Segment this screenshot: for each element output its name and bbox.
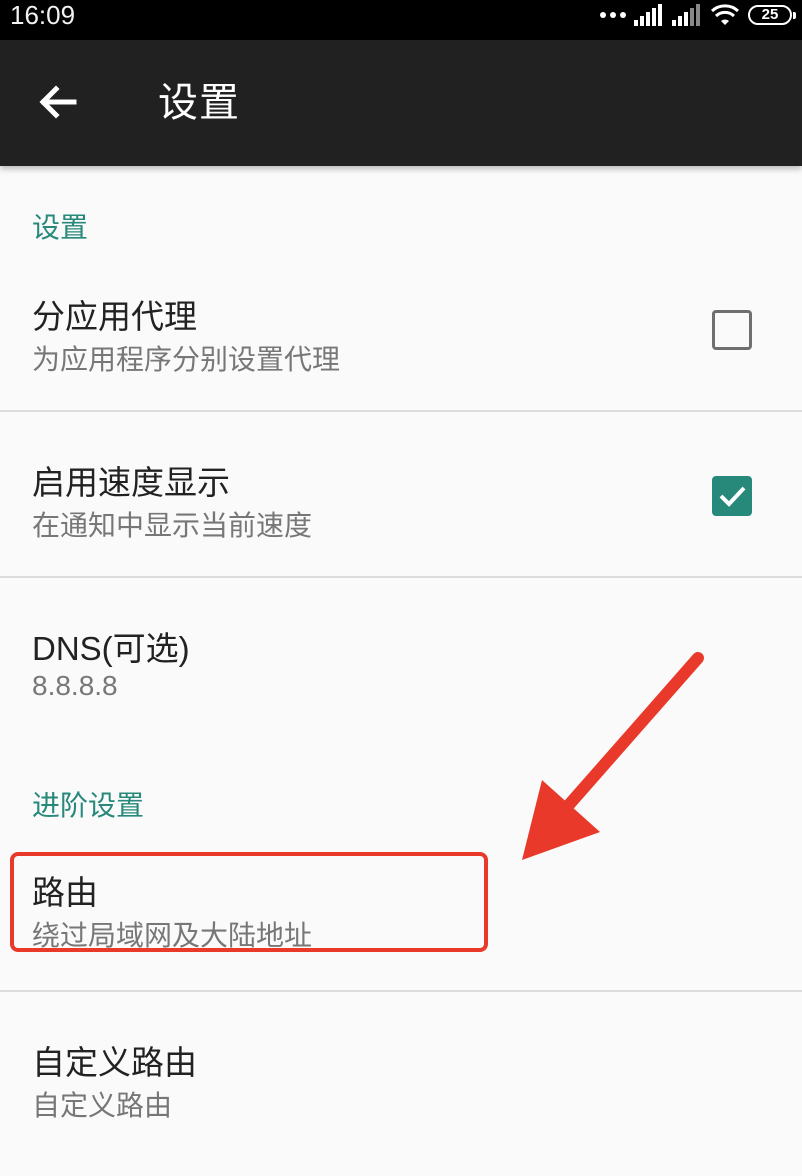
checkbox-speed-display[interactable]: [712, 476, 752, 516]
pref-summary: 在通知中显示当前速度: [32, 509, 313, 542]
section-header-advanced: 进阶设置: [32, 789, 145, 822]
pref-summary: 为应用程序分别设置代理: [32, 343, 341, 376]
status-time: 16:09: [10, 0, 76, 30]
check-icon: [719, 486, 746, 507]
pref-route[interactable]: 路由 绕过局域网及大陆地址: [0, 852, 802, 990]
page-title: 设置: [158, 80, 240, 126]
pref-title: 自定义路由: [32, 1043, 197, 1082]
pref-title: 启用速度显示: [32, 463, 230, 502]
pref-summary: 8.8.8.8: [32, 670, 118, 701]
pref-title: 分应用代理: [32, 297, 197, 336]
pref-summary: 绕过局域网及大陆地址: [32, 919, 313, 952]
status-bar: 16:09 25: [0, 0, 802, 40]
pref-title: 路由: [32, 873, 98, 912]
pref-speed-display[interactable]: 启用速度显示 在通知中显示当前速度: [0, 412, 802, 576]
battery-icon: 25: [748, 5, 796, 25]
app-toolbar: 设置: [0, 40, 802, 166]
signal-icon: [634, 4, 662, 26]
section-header-settings: 设置: [32, 211, 89, 244]
pref-title: DNS(可选): [32, 630, 190, 667]
more-dots-icon: [600, 12, 626, 18]
pref-dns[interactable]: DNS(可选) 8.8.8.8: [0, 578, 802, 728]
checkbox-per-app-proxy[interactable]: [712, 310, 752, 350]
pref-per-app-proxy[interactable]: 分应用代理 为应用程序分别设置代理: [0, 276, 802, 410]
pref-summary: 自定义路由: [32, 1089, 173, 1122]
signal-icon: [672, 4, 700, 26]
wifi-icon: [710, 4, 740, 25]
arrow-left-icon[interactable]: [34, 78, 82, 126]
pref-custom-route[interactable]: 自定义路由 自定义路由: [0, 992, 802, 1152]
status-icons: 25: [600, 0, 796, 30]
